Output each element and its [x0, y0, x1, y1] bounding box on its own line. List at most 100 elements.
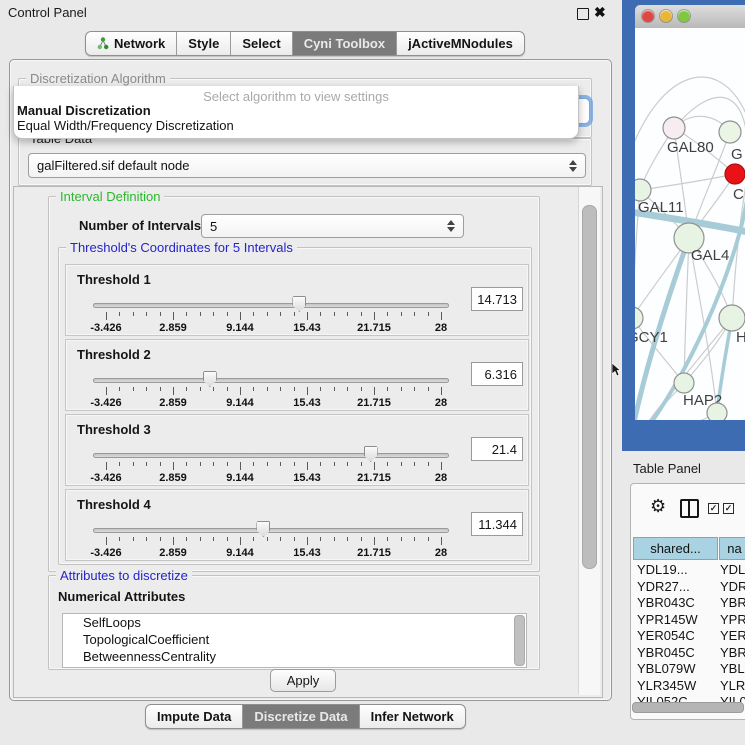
traffic-light-minimize-icon[interactable] [660, 10, 672, 22]
traffic-light-close-icon[interactable] [642, 10, 654, 22]
tick-mark [213, 312, 214, 316]
table-cell-name[interactable]: YBR0 [720, 645, 745, 662]
attribute-item-topologicalcoefficient[interactable]: TopologicalCoefficient [63, 631, 526, 648]
network-window-titlebar[interactable] [635, 5, 745, 29]
table-cell-shared-name[interactable]: YDR27... [637, 579, 717, 596]
tick-mark [160, 312, 161, 316]
network-node-gal80[interactable] [663, 117, 685, 139]
tab-cyni-toolbox[interactable]: Cyni Toolbox [293, 32, 397, 55]
gear-icon[interactable]: ⚙ [650, 496, 666, 517]
tick-mark [428, 537, 429, 541]
checkbox-icon[interactable]: ✓ [708, 503, 719, 514]
threshold-label: Threshold 2 [77, 347, 151, 362]
threshold-slider[interactable]: -3.4262.8599.14415.4321.71528 [93, 299, 449, 333]
network-canvas[interactable]: GAL80GCGAL11GAL4GCY1HHAP2 [635, 28, 745, 420]
app-window: Control Panel ✖ Network StyleSelectCyni T… [0, 0, 745, 745]
algorithm-option-equal-width-frequency-discretization[interactable]: Equal Width/Frequency Discretization [17, 118, 234, 133]
tab-network[interactable]: Network [86, 32, 177, 55]
network-node-gcy1[interactable] [635, 307, 643, 329]
column-header-shared[interactable]: shared... [633, 537, 718, 560]
table-cell-name[interactable]: YDR2 [720, 579, 745, 596]
number-of-intervals-combo[interactable]: 5 [201, 214, 464, 238]
tick-mark [119, 462, 120, 466]
table-cell-name[interactable]: YLR3 [720, 678, 745, 695]
threshold-slider[interactable]: -3.4262.8599.14415.4321.71528 [93, 449, 449, 483]
table-cell-name[interactable]: YBL0 [720, 661, 745, 678]
table-cell-shared-name[interactable]: YBR045C [637, 645, 717, 662]
tab-infer-network[interactable]: Infer Network [360, 705, 465, 728]
network-node-gal11[interactable] [635, 179, 651, 201]
threshold-value-field[interactable]: 14.713 [471, 287, 523, 311]
tick-mark [387, 312, 388, 316]
tab-jactivemnodules[interactable]: jActiveMNodules [397, 32, 524, 55]
table-hscrollbar-thumb[interactable] [632, 702, 744, 713]
split-view-icon[interactable] [680, 499, 699, 518]
table-cell-name[interactable]: YDL1 [720, 562, 745, 579]
table-cell-shared-name[interactable]: YDL19... [637, 562, 717, 579]
attribute-item-selfloops[interactable]: SelfLoops [63, 614, 526, 631]
attribute-item-betweennesscentrality[interactable]: BetweennessCentrality [63, 648, 526, 665]
table-cell-name[interactable]: YPR1 [720, 612, 745, 629]
apply-button[interactable]: Apply [270, 669, 336, 692]
tick-mark [401, 462, 402, 466]
numerical-attributes-list[interactable]: SelfLoopsTopologicalCoefficientBetweenne… [62, 613, 527, 668]
tick-mark [320, 312, 321, 316]
slider-track[interactable] [93, 303, 449, 308]
network-node-unnamed[interactable] [707, 403, 727, 420]
attributes-scrollbar-thumb[interactable] [514, 615, 525, 666]
control-panel-title: Control Panel [8, 5, 87, 20]
tick-mark [106, 537, 107, 545]
slider-thumb[interactable] [292, 296, 306, 312]
network-node-c[interactable] [725, 164, 745, 184]
tick-mark [213, 537, 214, 541]
slider-thumb[interactable] [203, 371, 217, 387]
network-node-h[interactable] [719, 305, 745, 331]
slider-track[interactable] [93, 453, 449, 458]
tick-label: 2.859 [159, 397, 187, 409]
tick-mark [267, 387, 268, 391]
network-edge[interactable] [635, 413, 717, 420]
threshold-slider[interactable]: -3.4262.8599.14415.4321.71528 [93, 374, 449, 408]
threshold-value-field[interactable]: 21.4 [471, 437, 523, 461]
table-cell-shared-name[interactable]: YLR345W [637, 678, 717, 695]
table-cell-shared-name[interactable]: YBL079W [637, 661, 717, 678]
tab-label: Network [114, 36, 165, 51]
network-edge[interactable] [640, 174, 735, 190]
network-node-hap2[interactable] [674, 373, 694, 393]
algorithm-option-manual-discretization[interactable]: Manual Discretization [17, 103, 151, 118]
slider-thumb[interactable] [364, 446, 378, 462]
tick-mark [240, 312, 241, 320]
tick-mark [186, 537, 187, 541]
attributes-group-title: Attributes to discretize [56, 568, 192, 583]
tab-label: Discretize Data [254, 709, 347, 724]
float-panel-icon[interactable] [577, 8, 589, 20]
slider-thumb[interactable] [256, 521, 270, 537]
slider-track[interactable] [93, 378, 449, 383]
network-node-g[interactable] [719, 121, 741, 143]
algorithm-popup-hint: Select algorithm to view settings [14, 89, 578, 104]
table-cell-shared-name[interactable]: YBR043C [637, 595, 717, 612]
close-panel-icon[interactable]: ✖ [594, 4, 606, 21]
settings-scrollbar-thumb[interactable] [582, 205, 597, 569]
column-header-na[interactable]: na [719, 537, 745, 560]
table-cell-name[interactable]: YBR0 [720, 595, 745, 612]
threshold-value-field[interactable]: 11.344 [471, 512, 523, 536]
table-cell-name[interactable]: YER0 [720, 628, 745, 645]
tick-mark [280, 387, 281, 391]
tab-impute-data[interactable]: Impute Data [146, 705, 243, 728]
tick-mark [133, 312, 134, 316]
slider-ticks: -3.4262.8599.14415.4321.71528 [106, 387, 441, 396]
table-cell-shared-name[interactable]: YER054C [637, 628, 717, 645]
threshold-value-field[interactable]: 6.316 [471, 362, 523, 386]
tick-mark [200, 537, 201, 541]
threshold-slider[interactable]: -3.4262.8599.14415.4321.71528 [93, 524, 449, 558]
table-data-combo[interactable]: galFiltered.sif default node [28, 153, 586, 178]
tab-select[interactable]: Select [231, 32, 292, 55]
threshold-label: Threshold 3 [77, 422, 151, 437]
tab-style[interactable]: Style [177, 32, 231, 55]
traffic-light-zoom-icon[interactable] [678, 10, 690, 22]
slider-track[interactable] [93, 528, 449, 533]
checkbox-icon[interactable]: ✓ [723, 503, 734, 514]
table-cell-shared-name[interactable]: YPR145W [637, 612, 717, 629]
tab-discretize-data[interactable]: Discretize Data [243, 705, 359, 728]
